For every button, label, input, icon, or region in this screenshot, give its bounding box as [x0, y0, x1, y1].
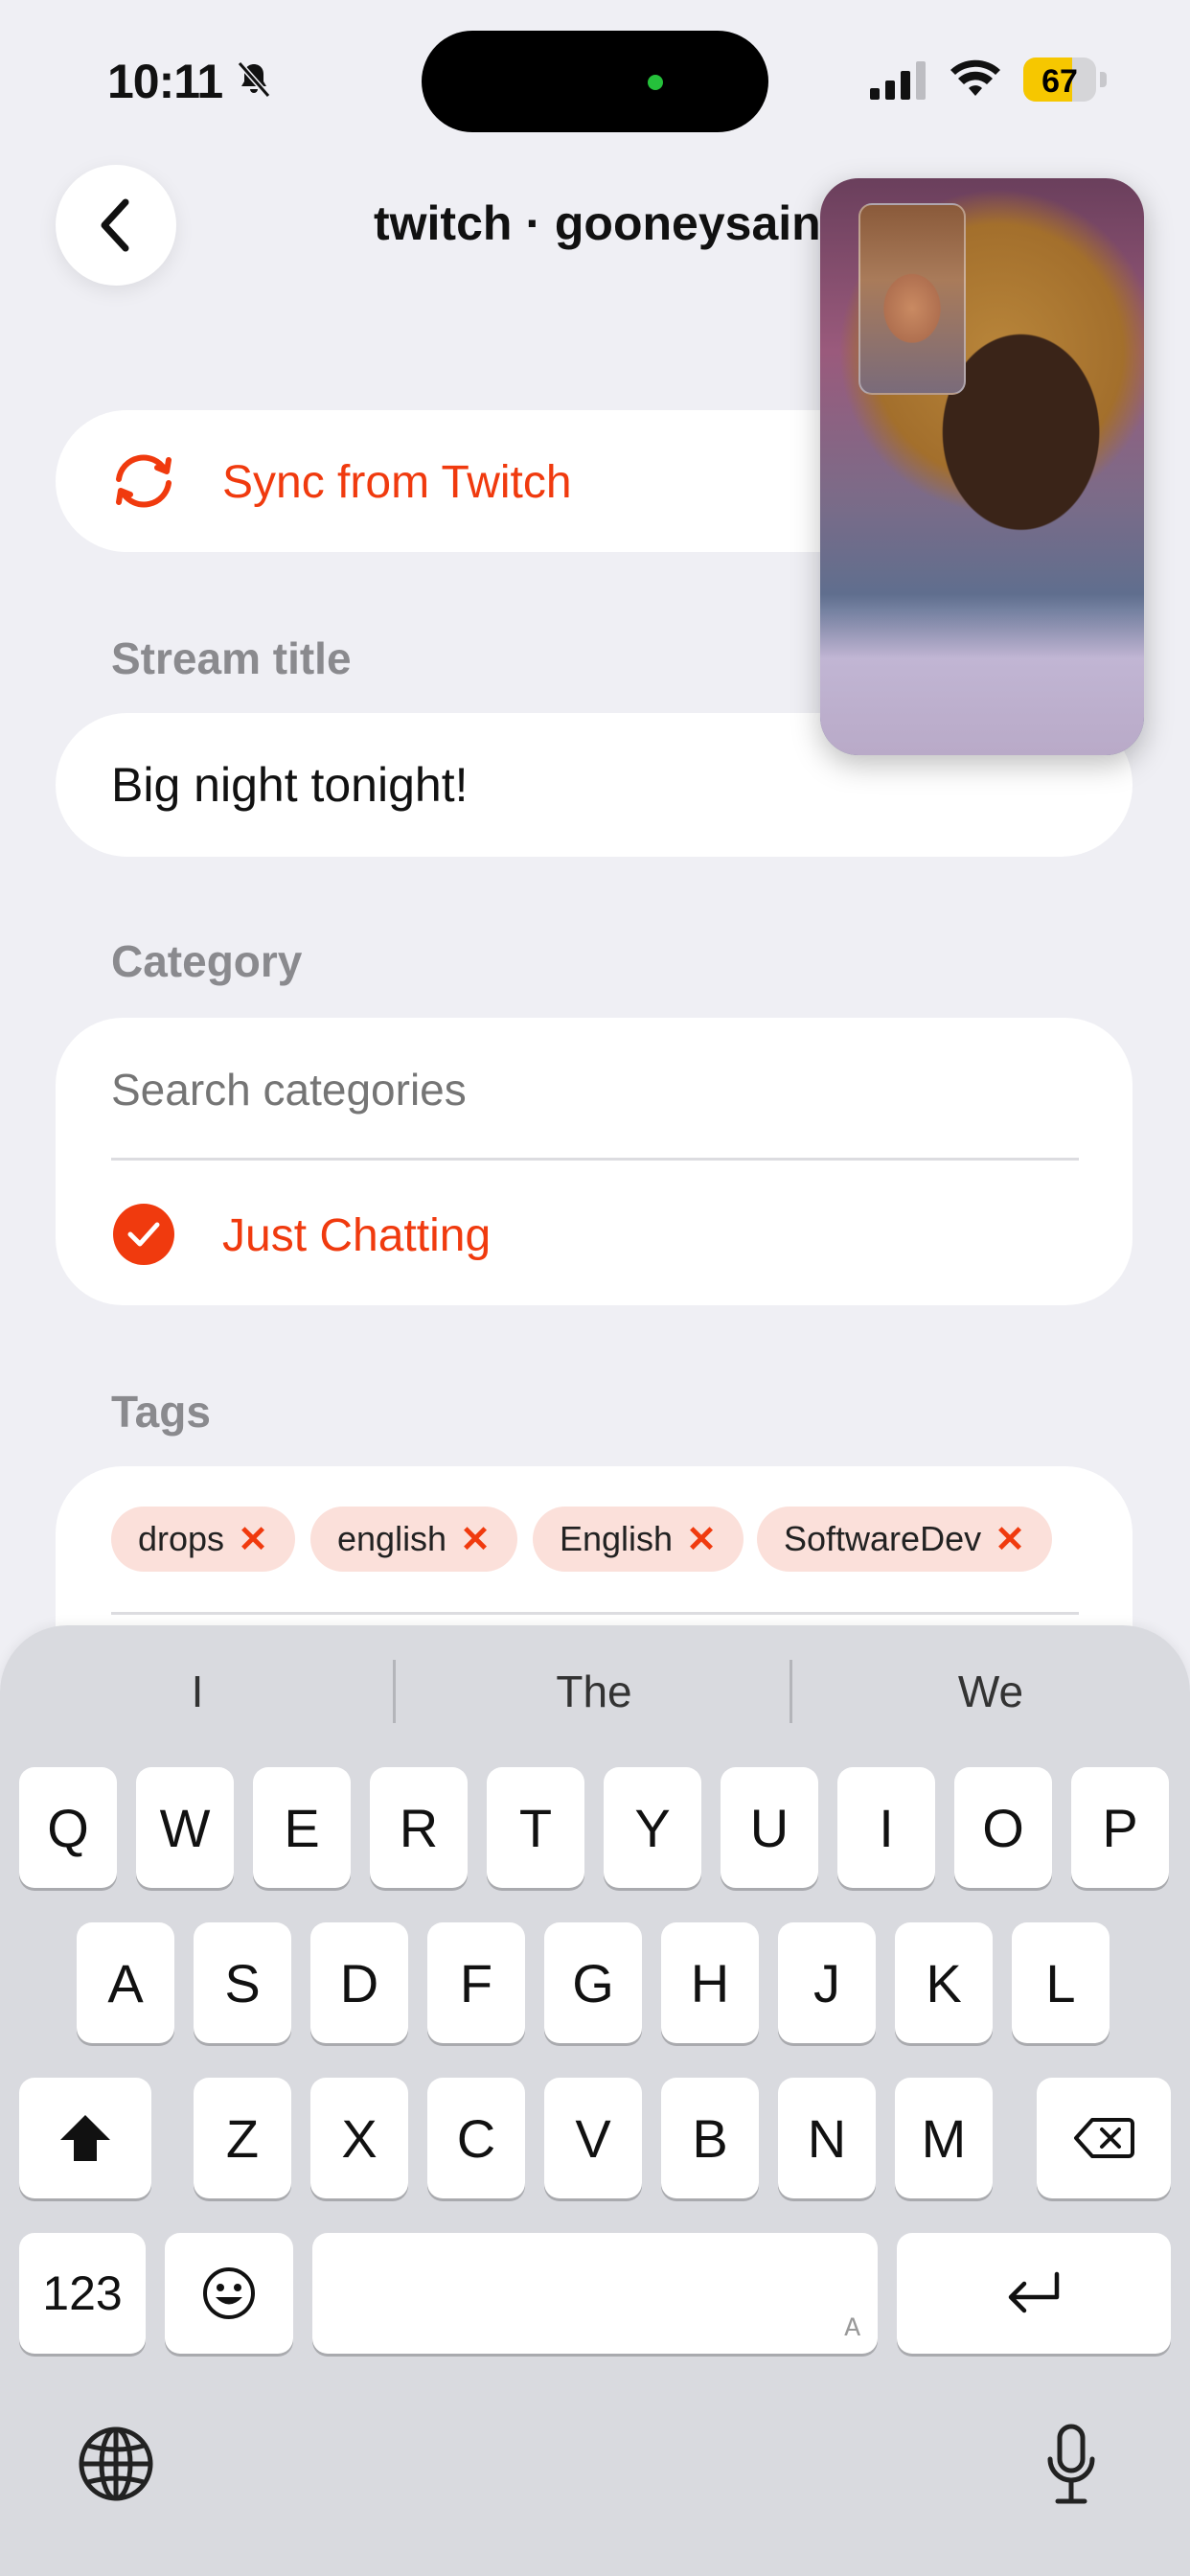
tag-chip[interactable]: drops ✕ [111, 1506, 295, 1572]
key[interactable]: D [310, 1922, 408, 2043]
remove-tag-icon[interactable]: ✕ [238, 1518, 268, 1561]
divider [111, 1158, 1079, 1161]
status-time: 10:11 [107, 55, 223, 108]
divider [393, 1660, 396, 1723]
key[interactable]: X [310, 2078, 408, 2198]
tag-label: SoftwareDev [784, 1519, 982, 1558]
space-key[interactable]: A [312, 2233, 878, 2354]
key[interactable]: R [370, 1767, 468, 1888]
numbers-key[interactable]: 123 [19, 2233, 146, 2354]
key[interactable]: U [721, 1767, 818, 1888]
tag-label: drops [138, 1519, 225, 1558]
remove-tag-icon[interactable]: ✕ [995, 1518, 1025, 1561]
key[interactable]: W [136, 1767, 234, 1888]
dynamic-island [422, 31, 768, 132]
tag-chip[interactable]: english ✕ [310, 1506, 517, 1572]
wifi-icon [950, 59, 1000, 96]
backspace-icon [1074, 2118, 1134, 2158]
space-hint: A [844, 2314, 860, 2344]
shift-icon [60, 2115, 110, 2161]
chevron-left-icon [101, 198, 129, 252]
bell-slash-icon [237, 61, 271, 98]
category-card [56, 1018, 1133, 1305]
tags-label: Tags [111, 1387, 211, 1437]
key[interactable]: J [778, 1922, 876, 2043]
remove-tag-icon[interactable]: ✕ [686, 1518, 717, 1561]
back-button[interactable] [56, 165, 176, 286]
selected-category[interactable]: Just Chatting [222, 1209, 491, 1262]
key[interactable]: E [253, 1767, 351, 1888]
stream-title-value[interactable]: Big night tonight! [111, 757, 469, 813]
pip-video-detail [820, 594, 1144, 755]
key[interactable]: G [544, 1922, 642, 2043]
divider [111, 1612, 1079, 1615]
microphone-icon[interactable] [1044, 2423, 1098, 2509]
key[interactable]: S [194, 1922, 291, 2043]
suggestion[interactable]: I [6, 1666, 389, 1717]
suggestion[interactable]: The [402, 1666, 786, 1717]
key[interactable]: O [954, 1767, 1052, 1888]
category-label: Category [111, 936, 303, 986]
key[interactable]: A [77, 1922, 174, 2043]
return-icon [1008, 2271, 1060, 2313]
category-search-input[interactable] [111, 1064, 1069, 1116]
suggestion[interactable]: We [799, 1666, 1182, 1717]
emoji-key[interactable] [165, 2233, 293, 2354]
key[interactable]: F [427, 1922, 525, 2043]
key[interactable]: C [427, 2078, 525, 2198]
key[interactable]: P [1071, 1767, 1169, 1888]
page-title: twitch · gooneysaint [374, 196, 837, 250]
return-key[interactable] [897, 2233, 1171, 2354]
signal-icon [870, 61, 926, 100]
battery-level: 67 [1041, 63, 1078, 100]
key[interactable]: T [487, 1767, 584, 1888]
key[interactable]: V [544, 2078, 642, 2198]
shift-key[interactable] [19, 2078, 151, 2198]
key[interactable]: B [661, 2078, 759, 2198]
tag-label: english [337, 1519, 447, 1558]
key[interactable]: L [1012, 1922, 1110, 2043]
sync-label: Sync from Twitch [222, 457, 572, 508]
key[interactable]: M [895, 2078, 993, 2198]
key[interactable]: H [661, 1922, 759, 2043]
tag-label: English [560, 1519, 674, 1558]
camera-indicator-icon [648, 75, 663, 90]
key[interactable]: Q [19, 1767, 117, 1888]
emoji-icon [203, 2267, 255, 2319]
tag-chip[interactable]: English ✕ [533, 1506, 744, 1572]
globe-icon[interactable] [77, 2425, 155, 2503]
stream-title-label: Stream title [111, 633, 352, 683]
divider [790, 1660, 792, 1723]
checkmark-icon [113, 1204, 174, 1265]
key[interactable]: Z [194, 2078, 291, 2198]
remove-tag-icon[interactable]: ✕ [460, 1518, 491, 1561]
delete-key[interactable] [1037, 2078, 1171, 2198]
tag-chip[interactable]: SoftwareDev ✕ [757, 1506, 1052, 1572]
sync-icon [116, 454, 172, 508]
battery-icon: 67 [1023, 58, 1108, 102]
pip-self-view[interactable] [858, 203, 966, 395]
key[interactable]: K [895, 1922, 993, 2043]
key[interactable]: Y [604, 1767, 701, 1888]
key[interactable]: N [778, 2078, 876, 2198]
key[interactable]: I [837, 1767, 935, 1888]
